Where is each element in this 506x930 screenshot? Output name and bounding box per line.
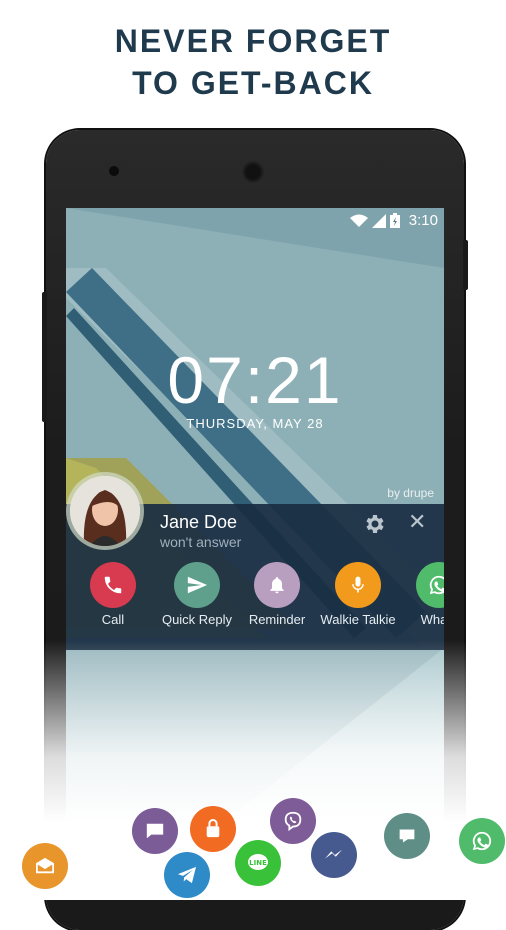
viber-bubble[interactable]: [270, 798, 316, 844]
action-label-walkie-talkie: Walkie Talkie: [320, 612, 396, 627]
lockscreen-clock: 07:21: [167, 343, 343, 417]
action-label-call: Call: [101, 612, 125, 627]
email-icon: [36, 857, 54, 874]
bell-icon: [270, 577, 284, 594]
hangouts-chat-bubble[interactable]: [384, 813, 430, 859]
messaging-icon: [146, 823, 164, 839]
whatsapp-bubble[interactable]: [459, 818, 505, 864]
send-icon: [187, 576, 208, 594]
action-reminder[interactable]: Reminder: [234, 562, 320, 627]
status-icons: [350, 213, 400, 228]
email-bubble[interactable]: [22, 843, 68, 889]
quick-reply-button[interactable]: [174, 562, 220, 608]
whatsapp-icon: [429, 575, 444, 595]
whatsapp-button[interactable]: [416, 562, 444, 608]
reminder-button[interactable]: [254, 562, 300, 608]
svg-text:LINE: LINE: [249, 859, 267, 867]
call-button[interactable]: [90, 562, 136, 608]
headline-line-2: TO GET-BACK: [132, 65, 374, 101]
drupe-watermark: by drupe: [387, 486, 434, 500]
telegram-bubble[interactable]: [164, 852, 210, 898]
action-label-whatsapp: Whats: [420, 612, 444, 627]
status-time: 3:10: [408, 212, 438, 229]
line-icon: LINE: [248, 854, 268, 870]
action-label-reminder: Reminder: [248, 612, 306, 627]
headline: NEVER FORGET TO GET-BACK: [0, 20, 506, 104]
lockscreen-date: THURSDAY, MAY 28: [186, 416, 324, 431]
contact-photo: [70, 476, 140, 546]
headline-line-1: NEVER FORGET: [114, 23, 392, 59]
whatsapp-icon: [472, 831, 492, 851]
action-label-quick-reply: Quick Reply: [161, 612, 233, 627]
signal-icon: [372, 213, 386, 228]
sms-lock-bubble[interactable]: [190, 806, 236, 852]
phone-side-button-right: [463, 240, 468, 290]
earpiece-speaker: [241, 160, 265, 184]
action-quick-reply[interactable]: Quick Reply: [154, 562, 240, 627]
front-camera: [109, 166, 119, 176]
line-bubble[interactable]: LINE: [235, 840, 281, 886]
hangouts-chat-icon: [399, 829, 415, 843]
action-call[interactable]: Call: [70, 562, 156, 627]
wifi-icon: [350, 214, 368, 227]
telegram-icon: [178, 866, 196, 884]
contact-name[interactable]: Jane Doe: [160, 512, 237, 533]
close-icon[interactable]: ✕: [408, 510, 426, 535]
action-whatsapp[interactable]: Whats: [396, 562, 444, 627]
walkie-talkie-button[interactable]: [335, 562, 381, 608]
gear-icon[interactable]: [362, 512, 386, 536]
messenger-icon: [325, 849, 343, 859]
messaging-bubble[interactable]: [132, 808, 178, 854]
microphone-icon: [352, 576, 364, 593]
avatar[interactable]: [70, 476, 140, 546]
phone-side-button-left: [42, 292, 47, 422]
battery-charging-icon: [390, 213, 400, 228]
viber-icon: [284, 811, 302, 832]
status-bar: 3:10: [66, 208, 444, 234]
sms-lock-icon: [206, 819, 220, 838]
phone-icon: [104, 576, 122, 594]
messenger-bubble[interactable]: [311, 832, 357, 878]
contact-status: won't answer: [160, 534, 242, 550]
action-walkie-talkie[interactable]: Walkie Talkie: [315, 562, 401, 627]
